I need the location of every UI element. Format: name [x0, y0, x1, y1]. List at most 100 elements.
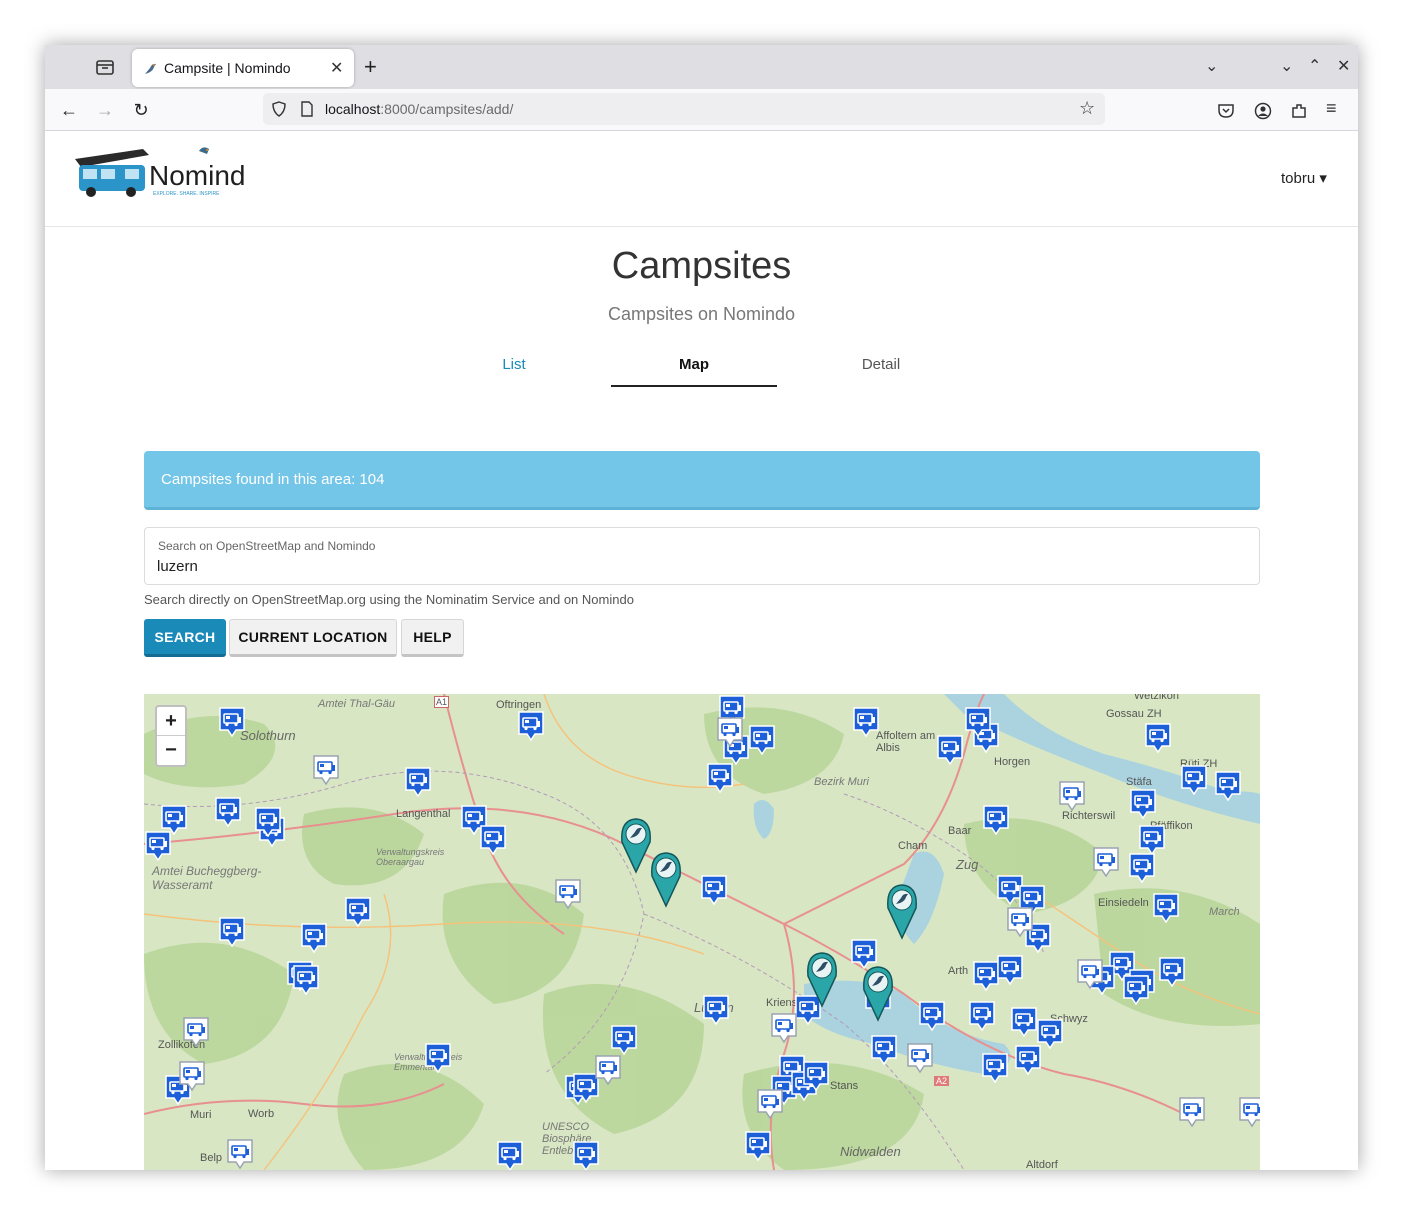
reload-icon[interactable]: ↻: [129, 98, 153, 122]
campsite-marker-icon[interactable]: [748, 724, 776, 756]
menu-icon[interactable]: ≡: [1326, 98, 1337, 119]
campsite-marker-icon[interactable]: [756, 1088, 784, 1120]
map-label: Amtei Bucheggberg-Wasseramt: [152, 864, 262, 892]
campsite-marker-icon[interactable]: [182, 1016, 210, 1048]
account-icon[interactable]: [1254, 102, 1272, 120]
campsite-marker-icon[interactable]: [770, 1012, 798, 1044]
campsite-marker-icon[interactable]: [702, 994, 730, 1026]
campsite-marker-icon[interactable]: [1214, 770, 1242, 802]
campsite-marker-icon[interactable]: [312, 754, 340, 786]
campsite-marker-icon[interactable]: [610, 1024, 638, 1056]
campsite-marker-icon[interactable]: [936, 734, 964, 766]
campsite-marker-icon[interactable]: [178, 1060, 206, 1092]
campsite-marker-icon[interactable]: [996, 954, 1024, 986]
campsite-marker-icon[interactable]: [1238, 1096, 1260, 1128]
campsite-marker-icon[interactable]: [1128, 852, 1156, 884]
campsite-marker-icon[interactable]: [1122, 974, 1150, 1006]
search-result-pin-icon[interactable]: [648, 850, 684, 908]
campsite-marker-icon[interactable]: [852, 706, 880, 738]
help-button[interactable]: HELP: [401, 619, 464, 657]
campsite-marker-icon[interactable]: [496, 1140, 524, 1170]
url-text[interactable]: localhost:8000/campsites/add/: [325, 101, 513, 117]
nomindo-logo[interactable]: Nomindo EXPLORE. SHARE. INSPIRE: [73, 145, 245, 201]
campsite-marker-icon[interactable]: [424, 1042, 452, 1074]
campsite-marker-icon[interactable]: [1092, 846, 1120, 878]
campsite-marker-icon[interactable]: [1178, 1096, 1206, 1128]
campsite-marker-icon[interactable]: [744, 1130, 772, 1162]
campsite-marker-icon[interactable]: [1129, 788, 1157, 820]
campsite-marker-icon[interactable]: [802, 1060, 830, 1092]
minimize-icon[interactable]: ⌄: [1280, 56, 1293, 76]
tab-list-chevron-icon[interactable]: ⌄: [1205, 56, 1218, 76]
shield-icon[interactable]: [271, 101, 287, 117]
campsite-marker-icon[interactable]: [218, 916, 246, 948]
campsite-marker-icon[interactable]: [404, 766, 432, 798]
campsite-marker-icon[interactable]: [572, 1140, 600, 1170]
search-result-pin-icon[interactable]: [804, 950, 840, 1008]
browser-tab[interactable]: Campsite | Nomindo ✕: [132, 49, 354, 87]
tab-overview-icon[interactable]: [95, 57, 115, 77]
search-result-pin-icon[interactable]: [860, 964, 896, 1022]
campsite-marker-icon[interactable]: [1010, 1006, 1038, 1038]
tab-list[interactable]: List: [431, 356, 597, 373]
campsite-marker-icon[interactable]: [1058, 780, 1086, 812]
bookmark-star-icon[interactable]: ☆: [1079, 98, 1095, 119]
campsite-marker-icon[interactable]: [1076, 958, 1104, 990]
campsite-marker-icon[interactable]: [968, 1000, 996, 1032]
page-icon[interactable]: [299, 101, 315, 117]
results-count-text: Campsites found in this area: 104: [161, 471, 385, 488]
search-help-text: Search directly on OpenStreetMap.org usi…: [144, 592, 634, 607]
campsite-marker-icon[interactable]: [906, 1042, 934, 1074]
address-bar[interactable]: localhost:8000/campsites/add/ ☆: [263, 93, 1105, 125]
highway-shield: A1: [434, 696, 450, 708]
campsite-marker-icon[interactable]: [700, 874, 728, 906]
user-menu-dropdown[interactable]: tobru ▾: [1281, 169, 1327, 187]
campsite-marker-icon[interactable]: [226, 1138, 254, 1170]
campsite-marker-icon[interactable]: [1144, 722, 1172, 754]
close-tab-icon[interactable]: ✕: [330, 58, 343, 78]
search-field[interactable]: Search on OpenStreetMap and Nomindo: [144, 527, 1260, 585]
campsite-marker-icon[interactable]: [716, 716, 744, 748]
current-location-button[interactable]: CURRENT LOCATION: [229, 619, 397, 657]
search-input[interactable]: [157, 555, 1247, 577]
map-label: Zug: [956, 857, 979, 872]
campsite-marker-icon[interactable]: [214, 796, 242, 828]
campsite-map[interactable]: + − Amtei Thal-Gäu Solothurn Oftringen L…: [144, 694, 1260, 1170]
campsite-marker-icon[interactable]: [594, 1054, 622, 1086]
campsite-marker-icon[interactable]: [254, 806, 282, 838]
campsite-marker-icon[interactable]: [300, 922, 328, 954]
campsite-marker-icon[interactable]: [218, 706, 246, 738]
campsite-marker-icon[interactable]: [981, 1052, 1009, 1084]
search-result-pin-icon[interactable]: [884, 882, 920, 940]
new-tab-button[interactable]: +: [364, 54, 377, 80]
campsite-marker-icon[interactable]: [479, 824, 507, 856]
back-icon[interactable]: ←: [57, 98, 81, 122]
campsite-marker-icon[interactable]: [706, 762, 734, 794]
extensions-icon[interactable]: [1290, 102, 1308, 120]
campsite-marker-icon[interactable]: [554, 878, 582, 910]
campsite-marker-icon[interactable]: [1014, 1044, 1042, 1076]
highway-shield: A2: [934, 1076, 950, 1086]
campsite-marker-icon[interactable]: [982, 804, 1010, 836]
campsite-marker-icon[interactable]: [918, 1000, 946, 1032]
maximize-icon[interactable]: ⌃: [1308, 56, 1321, 76]
campsite-marker-icon[interactable]: [1158, 956, 1186, 988]
zoom-out-button[interactable]: −: [157, 736, 185, 765]
campsite-marker-icon[interactable]: [870, 1034, 898, 1066]
campsite-marker-icon[interactable]: [1152, 892, 1180, 924]
campsite-marker-icon[interactable]: [292, 964, 320, 996]
campsite-marker-icon[interactable]: [344, 896, 372, 928]
campsite-marker-icon[interactable]: [144, 830, 172, 862]
campsite-marker-icon[interactable]: [964, 706, 992, 738]
close-window-icon[interactable]: ✕: [1337, 56, 1350, 76]
tab-map[interactable]: Map: [611, 356, 777, 387]
zoom-in-button[interactable]: +: [157, 707, 185, 736]
search-button[interactable]: SEARCH: [144, 619, 226, 657]
forward-icon[interactable]: →: [93, 98, 117, 122]
campsite-marker-icon[interactable]: [517, 710, 545, 742]
campsite-marker-icon[interactable]: [1180, 764, 1208, 796]
tab-detail[interactable]: Detail: [798, 356, 964, 373]
map-label: Altdorf: [1026, 1159, 1058, 1170]
pocket-icon[interactable]: [1217, 102, 1235, 120]
campsite-marker-icon[interactable]: [1006, 906, 1034, 938]
